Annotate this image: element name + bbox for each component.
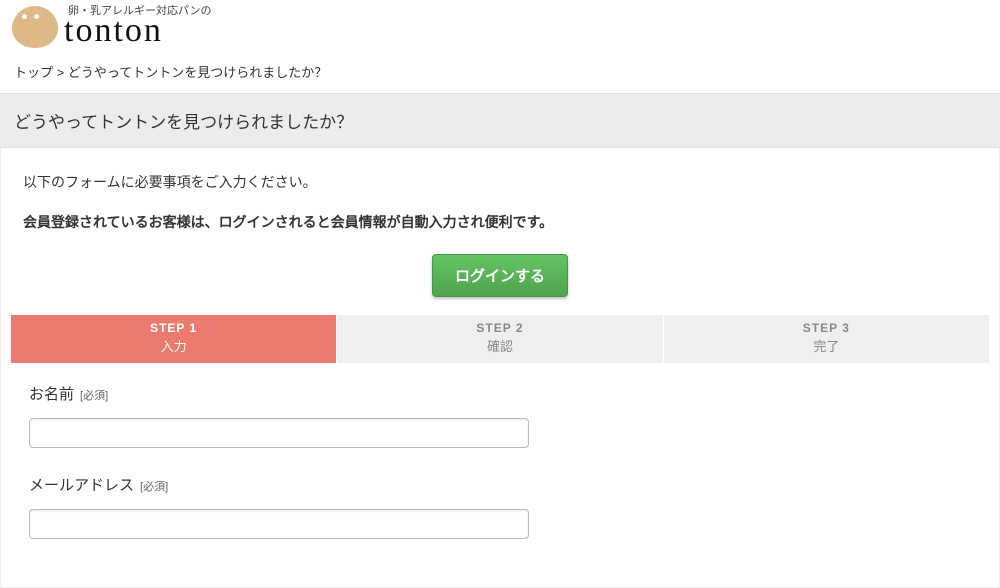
step-2: STEP 2 確認	[337, 315, 662, 363]
login-button[interactable]: ログインする	[432, 254, 568, 297]
page-title: どうやってトントンを見つけられましたか？	[0, 93, 1000, 148]
step-3-label: STEP 3	[664, 321, 989, 335]
step-3: STEP 3 完了	[664, 315, 989, 363]
field-name: お名前 [必須]	[29, 383, 971, 448]
step-3-sub: 完了	[664, 336, 989, 355]
name-label: お名前	[29, 383, 74, 404]
email-label: メールアドレス	[29, 474, 134, 495]
step-2-sub: 確認	[337, 336, 662, 355]
breadcrumb-current: どうやってトントンを見つけられましたか？	[68, 65, 327, 80]
step-indicator: STEP 1 入力 STEP 2 確認 STEP 3 完了	[11, 315, 989, 363]
logo-name: tonton	[64, 14, 212, 48]
step-1-sub: 入力	[11, 336, 336, 355]
step-2-label: STEP 2	[337, 321, 662, 335]
intro-text: 以下のフォームに必要事項をご入力ください。	[11, 148, 989, 198]
step-1-label: STEP 1	[11, 321, 336, 335]
breadcrumb-sep: >	[57, 65, 65, 80]
intro-bold: 会員登録されているお客様は、ログインされると会員情報が自動入力され便利です。	[11, 198, 989, 250]
field-email: メールアドレス [必須]	[29, 474, 971, 539]
logo[interactable]: 卵・乳アレルギー対応パンの tonton	[12, 0, 988, 54]
email-input[interactable]	[29, 509, 529, 539]
logo-icon	[12, 6, 58, 48]
email-required: [必須]	[140, 478, 168, 494]
breadcrumb: トップ > どうやってトントンを見つけられましたか？	[12, 54, 988, 93]
name-input[interactable]	[29, 418, 529, 448]
step-1: STEP 1 入力	[11, 315, 336, 363]
name-required: [必須]	[80, 387, 108, 403]
breadcrumb-top[interactable]: トップ	[14, 65, 53, 80]
